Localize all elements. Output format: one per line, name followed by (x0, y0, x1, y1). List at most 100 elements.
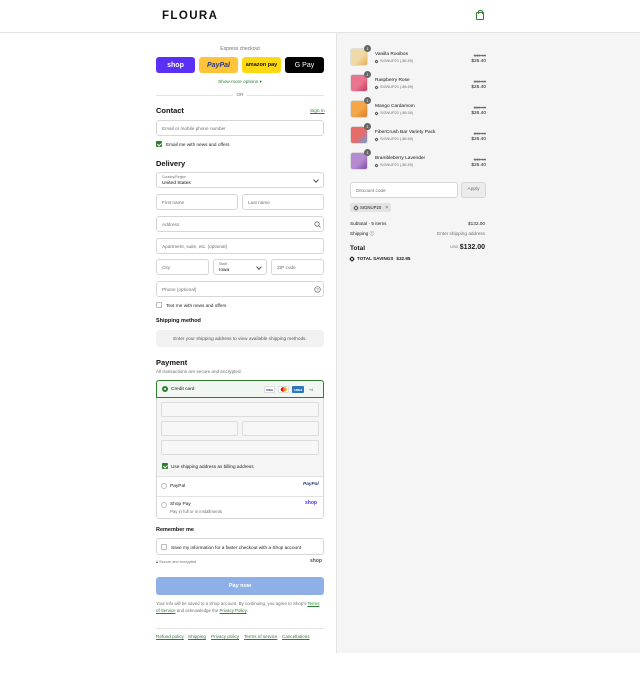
cancellations-link[interactable]: Cancellations (282, 634, 310, 639)
item-price: $26.40 (471, 59, 486, 64)
shop-pay-button[interactable]: shop (156, 57, 195, 73)
google-pay-button[interactable]: G Pay (285, 57, 324, 73)
privacy-policy-link[interactable]: Privacy policy (211, 634, 239, 639)
remember-me-heading: Remember me (156, 527, 194, 533)
shipping-policy-link[interactable]: Shipping (188, 634, 206, 639)
remove-discount-icon[interactable]: × (385, 205, 388, 211)
apartment-field[interactable]: Apartment, suite, etc. (optional) (156, 238, 324, 254)
currency-code: USD (450, 245, 459, 249)
city-placeholder: City (162, 265, 171, 270)
terms-of-service-link[interactable]: Terms of service (244, 634, 277, 639)
original-price: $32.99 (473, 79, 486, 84)
shipping-info-box: Enter your shipping address to view avai… (156, 330, 324, 347)
item-discount: SIGNUP20 (-$6.59) (374, 162, 414, 168)
help-icon[interactable]: ⓘ (370, 231, 375, 236)
shipping-label: Shipping (350, 231, 369, 236)
or-label: OR (233, 92, 247, 97)
search-icon (314, 221, 321, 228)
chevron-down-icon (313, 177, 319, 183)
name-on-card-field[interactable] (161, 440, 319, 455)
credit-card-option[interactable]: Credit card VISA AMEX +4 (156, 380, 324, 398)
show-more-options-link[interactable]: Show more options ▾ (156, 79, 324, 85)
item-name: Mango Cardamom (375, 104, 415, 109)
savings-value: $32.95 (396, 256, 411, 261)
visa-icon: VISA (264, 386, 275, 393)
tag-icon (374, 136, 379, 142)
amex-icon: AMEX (292, 386, 304, 393)
billing-address-label: Use shipping address as billing address (171, 464, 254, 469)
shipping-row-label: Shipping ⓘ (350, 231, 374, 237)
expiration-field[interactable] (161, 421, 238, 436)
mastercard-icon (278, 386, 289, 393)
shopping-bag-icon[interactable] (476, 10, 484, 20)
text-news-checkbox[interactable] (156, 302, 162, 308)
shop-pay-radio[interactable] (161, 502, 167, 508)
shop-pay-option[interactable]: Shop Pay Pay in full or in installments … (157, 497, 323, 518)
savings-label: TOTAL SAVINGS (357, 256, 394, 261)
city-field[interactable]: City (156, 259, 209, 275)
zip-field[interactable]: ZIP code (271, 259, 324, 275)
billing-address-checkbox[interactable] (162, 463, 168, 469)
save-info-label: Save my information for a faster checkou… (171, 545, 302, 550)
email-field[interactable]: Email or mobile phone number (156, 120, 324, 136)
paypal-logo: PayPal (303, 482, 319, 487)
item-price: $26.40 (471, 137, 486, 142)
item-price: $26.40 (471, 163, 486, 168)
save-info-checkbox[interactable] (161, 544, 167, 550)
total-savings: TOTAL SAVINGS $32.95 (349, 255, 411, 262)
quantity-badge: 1 (364, 71, 371, 78)
state-select[interactable]: State Iowa (213, 259, 267, 275)
contact-heading: Contact (156, 106, 184, 115)
legal-end: . (246, 608, 248, 613)
last-name-placeholder: Last name (248, 200, 270, 205)
security-code-field[interactable] (242, 421, 319, 436)
item-discount-label: SIGNUP20 (-$6.59) (380, 111, 414, 115)
privacy-link[interactable]: Privacy Policy (220, 608, 247, 613)
store-logo[interactable]: FLOURA (162, 10, 218, 22)
item-discount-label: SIGNUP20 (-$6.59) (380, 163, 414, 167)
refund-policy-link[interactable]: Refund policy (156, 634, 184, 639)
email-news-checkbox[interactable] (156, 141, 162, 147)
phone-field[interactable]: Phone (optional) ? (156, 281, 324, 297)
credit-card-radio[interactable] (162, 386, 168, 392)
credit-card-label: Credit card (171, 387, 195, 392)
order-summary: 1 Vanilla Rooibos SIGNUP20 (-$6.59) $32.… (336, 33, 640, 653)
site-header: FLOURA (0, 0, 640, 33)
original-price: $32.99 (473, 131, 486, 136)
first-name-field[interactable]: First name (156, 194, 238, 210)
quantity-badge: 1 (364, 97, 371, 104)
state-label: State (219, 262, 228, 266)
discount-tag-code: SIGNUP20 (360, 205, 382, 210)
shop-pay-label: Shop Pay (170, 502, 191, 507)
state-value: Iowa (219, 268, 230, 273)
card-number-field[interactable] (161, 402, 319, 417)
apply-button[interactable]: Apply (461, 182, 486, 198)
footer-divider (156, 628, 324, 629)
last-name-field[interactable]: Last name (242, 194, 324, 210)
chevron-down-icon (256, 264, 262, 270)
address-field[interactable]: Address (156, 216, 324, 232)
help-icon[interactable]: ? (314, 286, 321, 293)
email-placeholder: Email or mobile phone number (162, 126, 226, 131)
sign-in-link[interactable]: Sign in (310, 109, 325, 114)
paypal-label: PayPal (170, 484, 186, 489)
paypal-radio[interactable] (161, 483, 167, 489)
tag-icon (374, 162, 379, 168)
tag-icon (353, 204, 359, 211)
first-name-placeholder: First name (162, 200, 185, 205)
tag-icon (374, 84, 379, 90)
country-select[interactable]: Country/Region United States (156, 172, 324, 188)
pay-now-button[interactable]: Pay now (156, 577, 324, 595)
email-news-label: Email me with news and offers (166, 142, 230, 147)
original-price: $32.99 (473, 105, 486, 110)
discount-code-field[interactable]: Discount code (350, 182, 458, 198)
paypal-option[interactable]: PayPal PayPal (157, 477, 323, 496)
order-item: 1 FiberCrush Bar Variety Pack SIGNUP20 (… (350, 123, 486, 146)
total-label: Total (350, 245, 366, 252)
subtotal-value: $132.00 (468, 221, 485, 226)
item-discount: SIGNUP20 (-$6.59) (374, 58, 413, 64)
item-name: Brambleberry Lavender (375, 156, 426, 161)
phone-placeholder: Phone (optional) (162, 287, 197, 292)
amazon-pay-button[interactable]: amazon pay (242, 57, 281, 73)
paypal-button[interactable]: PayPal (199, 57, 238, 73)
